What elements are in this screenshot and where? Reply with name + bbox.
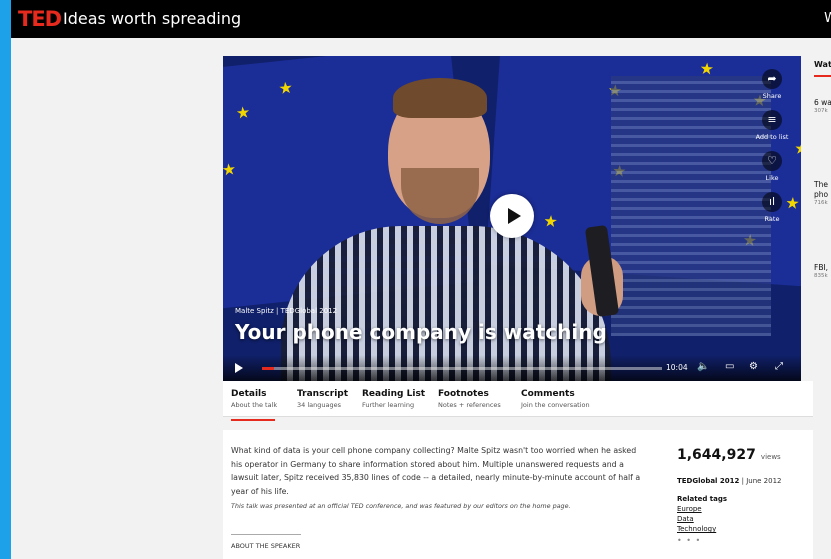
tab-transcript[interactable]: Transcript 34 languages — [297, 389, 348, 409]
watch-next-item[interactable]: FBI, 835k — [814, 263, 831, 279]
about-speaker-heading: ABOUT THE SPEAKER — [231, 542, 301, 550]
watch-next-heading: Wat — [814, 60, 831, 69]
video-player[interactable]: ★ ★ ★ ★ ★ ★ ★ ★ ★ ★ ★ ★ ➦ Share — [223, 56, 801, 381]
heart-icon: ♡ — [762, 151, 782, 171]
tab-reading-list[interactable]: Reading List Further learning — [362, 389, 425, 409]
more-tags-button[interactable]: • • • — [677, 536, 807, 545]
fullscreen-icon[interactable]: ⤢ — [775, 361, 783, 373]
video-actions: ➦ Share ≡ Add to list ♡ Like ıl Rate — [752, 69, 792, 233]
like-button[interactable]: ♡ Like — [752, 151, 792, 182]
tagline: Ideas worth spreading — [63, 9, 242, 28]
share-icon: ➦ — [762, 69, 782, 89]
watch-next-item[interactable]: 6 wa 307k — [814, 98, 831, 114]
tag-link[interactable]: Europe — [677, 505, 807, 513]
play-button[interactable] — [490, 194, 534, 238]
tab-comments[interactable]: Comments Join the conversation — [521, 389, 590, 409]
share-button[interactable]: ➦ Share — [752, 69, 792, 100]
featured-note: This talk was presented at an official T… — [231, 502, 571, 510]
speaker-hair — [393, 78, 487, 118]
progress-fill — [262, 367, 274, 370]
rate-button[interactable]: ıl Rate — [752, 192, 792, 223]
talk-description: What kind of data is your cell phone com… — [231, 446, 641, 496]
page-frame: TED Ideas worth spreading W ★ ★ ★ ★ ★ ★ … — [11, 0, 831, 559]
event-info: TEDGlobal 2012 | June 2012 — [677, 477, 807, 485]
top-navigation-bar: TED Ideas worth spreading W — [11, 0, 831, 38]
player-controls: 10:04 🔈 ▭ ⚙ ⤢ — [223, 355, 801, 381]
tab-footnotes[interactable]: Footnotes Notes + references — [438, 389, 501, 409]
related-tags-heading: Related tags — [677, 495, 728, 503]
talk-meta: 1,644,927 views TEDGlobal 2012 | June 20… — [677, 444, 807, 545]
active-tab-indicator — [231, 419, 275, 421]
ted-logo[interactable]: TED — [18, 8, 62, 30]
subtitles-icon[interactable]: ▭ — [725, 361, 734, 373]
duration-label: 10:04 — [666, 363, 688, 372]
talk-tabs: Details About the talk Transcript 34 lan… — [223, 381, 813, 421]
tag-link[interactable]: Data — [677, 515, 807, 523]
play-pause-icon[interactable] — [235, 363, 243, 373]
watch-next-sidebar: Wat 6 wa 307k The pho 716k FBI, 835k — [814, 60, 831, 279]
tag-link[interactable]: Technology — [677, 525, 807, 533]
video-title: Your phone company is watching — [235, 320, 607, 344]
stage-lights — [611, 76, 771, 336]
header-right-text[interactable]: W — [824, 11, 831, 26]
speaker-event-label[interactable]: Malte Spitz | TEDGlobal 2012 — [235, 307, 337, 315]
talk-details-panel: What kind of data is your cell phone com… — [223, 430, 813, 559]
watch-next-item[interactable]: The pho 716k — [814, 180, 831, 206]
progress-bar[interactable] — [262, 367, 662, 370]
rate-icon: ıl — [762, 192, 782, 212]
tab-details[interactable]: Details About the talk — [231, 389, 277, 421]
volume-icon[interactable]: 🔈 — [697, 361, 709, 373]
add-to-list-icon: ≡ — [762, 110, 782, 130]
views-label: views — [760, 453, 781, 461]
watch-next-underline — [814, 75, 831, 77]
settings-gear-icon[interactable]: ⚙ — [749, 361, 758, 373]
event-name[interactable]: TEDGlobal 2012 — [677, 477, 739, 485]
divider — [231, 534, 301, 535]
add-to-list-button[interactable]: ≡ Add to list — [752, 110, 792, 141]
view-count: 1,644,927 — [677, 447, 756, 463]
event-date: | June 2012 — [741, 477, 782, 485]
